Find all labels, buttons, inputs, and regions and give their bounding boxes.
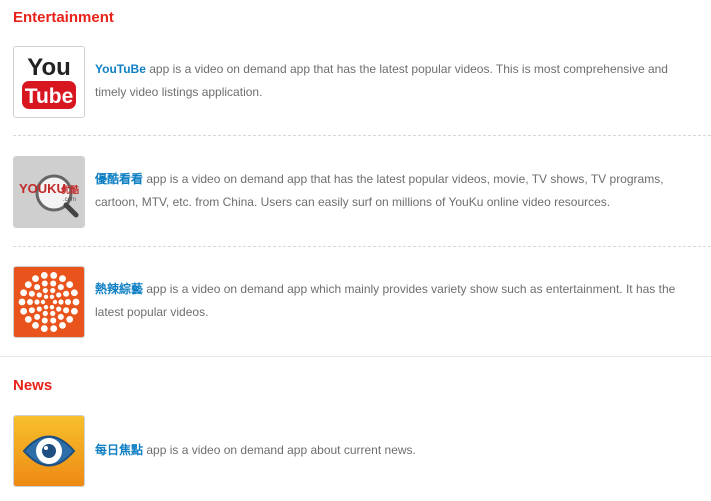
app-link-news[interactable]: 每日焦點 (95, 443, 143, 457)
app-description: 熱辣綜藝 app is a video on demand app which … (95, 278, 701, 324)
svg-text:YOUKU: YOUKU (19, 181, 66, 196)
section-title-news: News (13, 377, 53, 394)
svg-text:You: You (27, 54, 71, 81)
app-description-text: app is a video on demand app about curre… (143, 443, 416, 457)
app-link-variety[interactable]: 熱辣綜藝 (95, 282, 143, 296)
app-description-text: app is a video on demand app that has th… (95, 62, 668, 99)
app-description-text: app is a video on demand app which mainl… (95, 282, 676, 319)
svg-text:优酷: 优酷 (61, 184, 79, 196)
variety-dots-icon[interactable] (13, 266, 85, 338)
divider (13, 246, 711, 247)
svg-text:.com: .com (63, 197, 76, 203)
app-link-youtube[interactable]: YouTuBe (95, 62, 146, 76)
section-divider (0, 356, 711, 357)
section-title-entertainment: Entertainment (13, 9, 114, 26)
app-description: 優酷看看 app is a video on demand app that h… (95, 168, 701, 214)
app-description-text: app is a video on demand app that has th… (95, 172, 664, 209)
app-description: 每日焦點 app is a video on demand app about … (95, 439, 701, 462)
svg-text:Tube: Tube (25, 85, 74, 108)
app-description: YouTuBe app is a video on demand app tha… (95, 58, 701, 104)
youtube-logo-icon[interactable]: You Tube (13, 46, 85, 118)
divider (13, 135, 711, 136)
app-link-youku[interactable]: 優酷看看 (95, 172, 143, 186)
youku-logo-icon[interactable]: YOUKU 优酷 .com (13, 156, 85, 228)
eye-icon[interactable] (13, 415, 85, 487)
